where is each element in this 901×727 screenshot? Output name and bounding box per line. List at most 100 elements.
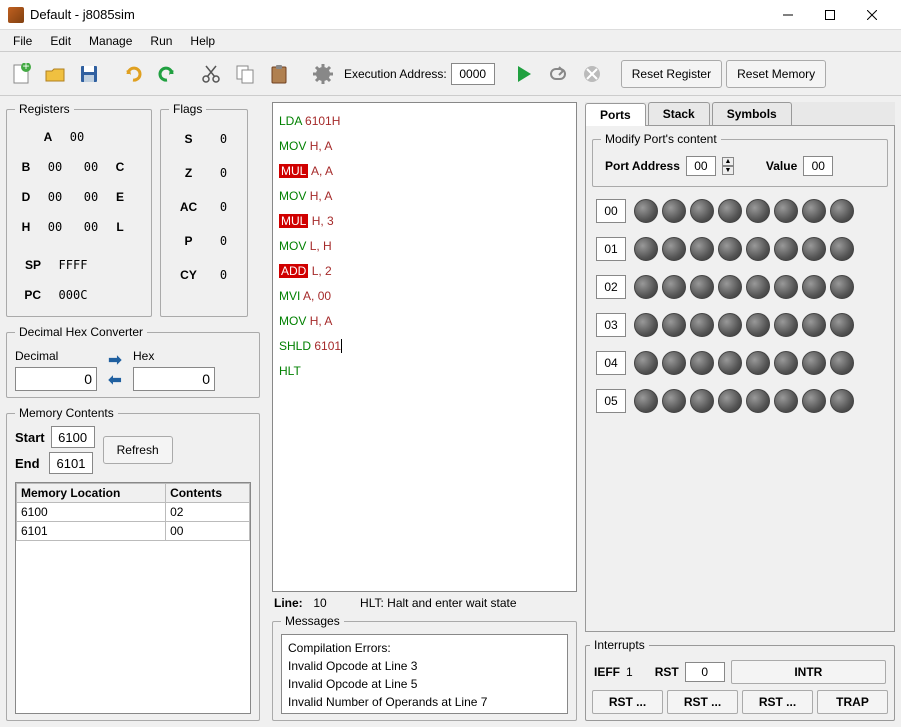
led-bit[interactable] [634,313,658,337]
led-bit[interactable] [690,313,714,337]
table-row[interactable]: 610100 [17,522,250,541]
led-bit[interactable] [662,389,686,413]
led-bit[interactable] [634,275,658,299]
led-bit[interactable] [830,275,854,299]
tab-ports[interactable]: Ports [585,103,646,126]
port-value-input[interactable] [803,156,833,176]
led-bit[interactable] [662,313,686,337]
table-row[interactable]: 610002 [17,503,250,522]
port-value-label: Value [766,159,797,173]
led-bit[interactable] [690,275,714,299]
opcode: LDA [279,114,302,128]
led-bit[interactable] [774,313,798,337]
cut-icon[interactable] [196,59,226,89]
port-addr-input[interactable] [686,156,716,176]
led-bit[interactable] [774,199,798,223]
led-bit[interactable] [718,275,742,299]
exec-addr-input[interactable] [451,63,495,85]
led-bit[interactable] [830,199,854,223]
led-bit[interactable] [634,237,658,261]
led-bit[interactable] [802,389,826,413]
status-line-no: 10 [313,596,326,610]
led-bit[interactable] [802,313,826,337]
led-bit[interactable] [634,389,658,413]
close-button[interactable] [851,2,893,28]
led-bit[interactable] [802,237,826,261]
port-address: 00 [596,199,626,223]
menu-help[interactable]: Help [181,32,224,50]
led-bit[interactable] [690,237,714,261]
led-bit[interactable] [802,275,826,299]
minimize-button[interactable] [767,2,809,28]
modify-port-panel: Modify Port's content Port Address ▲▼ Va… [592,132,888,187]
paste-icon[interactable] [264,59,294,89]
redo-icon[interactable] [152,59,182,89]
led-bit[interactable] [662,351,686,375]
led-bit[interactable] [746,389,770,413]
led-bit[interactable] [662,199,686,223]
led-bit[interactable] [746,275,770,299]
refresh-button[interactable]: Refresh [103,436,173,464]
led-bit[interactable] [830,313,854,337]
led-bit[interactable] [774,351,798,375]
led-bit[interactable] [634,199,658,223]
tab-stack[interactable]: Stack [648,102,710,125]
save-icon[interactable] [74,59,104,89]
open-icon[interactable] [40,59,70,89]
trap-button[interactable]: TRAP [817,690,888,714]
rst1-button[interactable]: RST ... [592,690,663,714]
menu-file[interactable]: File [4,32,41,50]
led-bit[interactable] [774,275,798,299]
tab-symbols[interactable]: Symbols [712,102,792,125]
rst2-button[interactable]: RST ... [667,690,738,714]
intr-button[interactable]: INTR [731,660,886,684]
reset-memory-button[interactable]: Reset Memory [726,60,826,88]
led-bit[interactable] [718,313,742,337]
menu-edit[interactable]: Edit [41,32,80,50]
led-bit[interactable] [634,351,658,375]
code-editor[interactable]: LDA 6101HMOV H, AMUL A, AMOV H, AMUL H, … [272,102,577,592]
copy-icon[interactable] [230,59,260,89]
led-bit[interactable] [718,389,742,413]
decimal-input[interactable] [15,367,97,391]
menu-run[interactable]: Run [141,32,181,50]
maximize-button[interactable] [809,2,851,28]
step-icon[interactable] [543,59,573,89]
port-addr-spinner[interactable]: ▲▼ [722,157,734,175]
led-bit[interactable] [662,237,686,261]
led-bit[interactable] [830,237,854,261]
reset-register-button[interactable]: Reset Register [621,60,722,88]
led-bit[interactable] [662,275,686,299]
rst-input[interactable] [685,662,725,682]
hex-input[interactable] [133,367,215,391]
rst3-button[interactable]: RST ... [742,690,813,714]
led-bit[interactable] [690,389,714,413]
led-bit[interactable] [746,351,770,375]
led-bit[interactable] [746,199,770,223]
to-dec-icon[interactable]: ⬅ [103,371,127,389]
led-bit[interactable] [830,389,854,413]
led-bit[interactable] [830,351,854,375]
led-bit[interactable] [690,199,714,223]
led-bit[interactable] [718,351,742,375]
undo-icon[interactable] [118,59,148,89]
reg-l: 00 [73,220,109,234]
led-bit[interactable] [746,237,770,261]
led-bit[interactable] [774,389,798,413]
new-icon[interactable]: + [6,59,36,89]
led-bit[interactable] [802,351,826,375]
stop-icon[interactable] [577,59,607,89]
led-bit[interactable] [690,351,714,375]
mem-start-input[interactable] [51,426,95,448]
opcode: MOV [279,189,306,203]
settings-icon[interactable] [308,59,338,89]
led-bit[interactable] [746,313,770,337]
menu-manage[interactable]: Manage [80,32,141,50]
mem-end-input[interactable] [49,452,93,474]
led-bit[interactable] [774,237,798,261]
led-bit[interactable] [718,237,742,261]
to-hex-icon[interactable]: ➡ [103,351,127,369]
led-bit[interactable] [802,199,826,223]
led-bit[interactable] [718,199,742,223]
run-icon[interactable] [509,59,539,89]
